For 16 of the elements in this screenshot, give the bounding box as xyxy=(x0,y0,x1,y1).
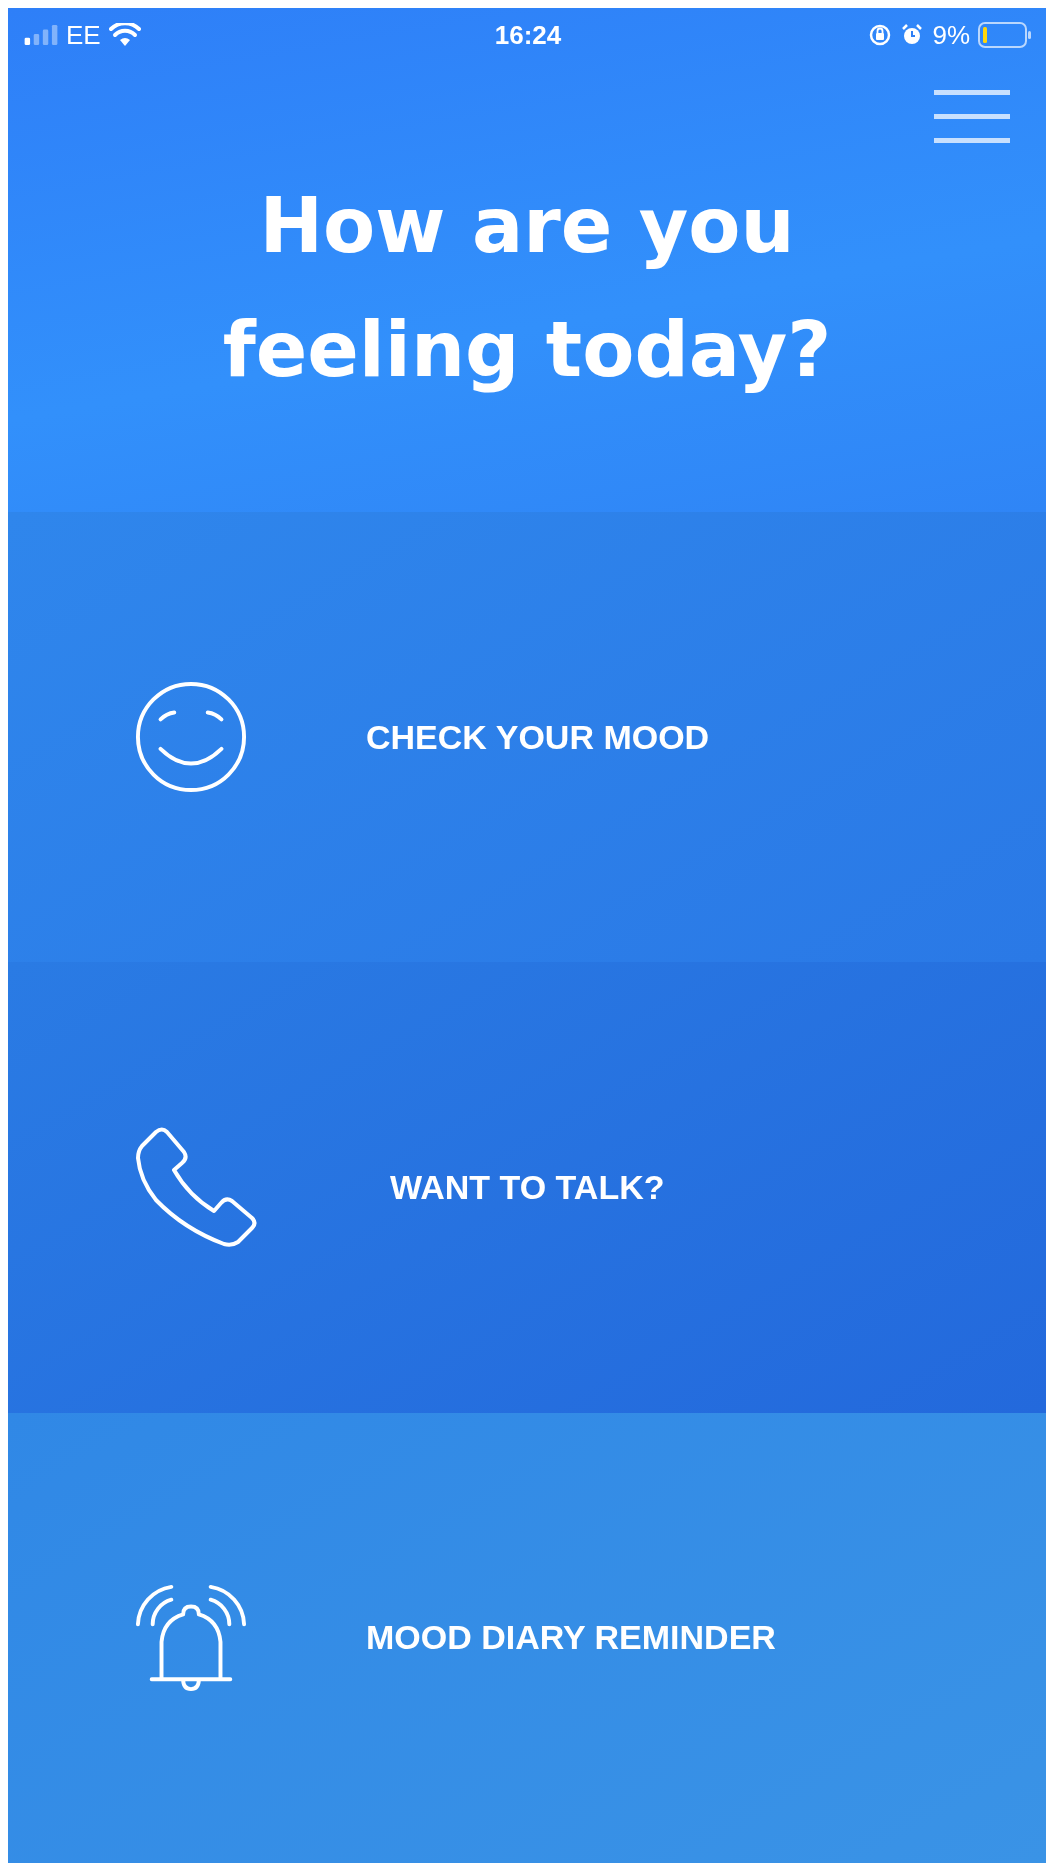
menu-option-panel[interactable]: MOOD DIARY REMINDER xyxy=(8,1412,1046,1863)
wifi-icon xyxy=(108,23,141,47)
carrier-name: EE xyxy=(66,19,101,51)
menu-option-panel[interactable]: CHECK YOUR MOOD xyxy=(8,512,1046,963)
option-label: WANT TO TALK? xyxy=(390,1168,665,1207)
page-title: How are you feeling today? xyxy=(221,180,833,396)
menu-option-panel[interactable]: WANT TO TALK? xyxy=(8,962,1046,1413)
option-label: CHECK YOUR MOOD xyxy=(366,717,710,757)
battery-icon xyxy=(978,22,1032,48)
rotation-lock-icon xyxy=(868,23,893,47)
option-label: MOOD DIARY REMINDER xyxy=(366,1618,776,1658)
signal-icon xyxy=(24,25,58,45)
smiley-icon xyxy=(134,680,248,795)
menu-icon[interactable] xyxy=(934,90,1010,144)
battery-percentage: 9% xyxy=(932,19,970,51)
clock-time: 16:24 xyxy=(494,19,562,51)
